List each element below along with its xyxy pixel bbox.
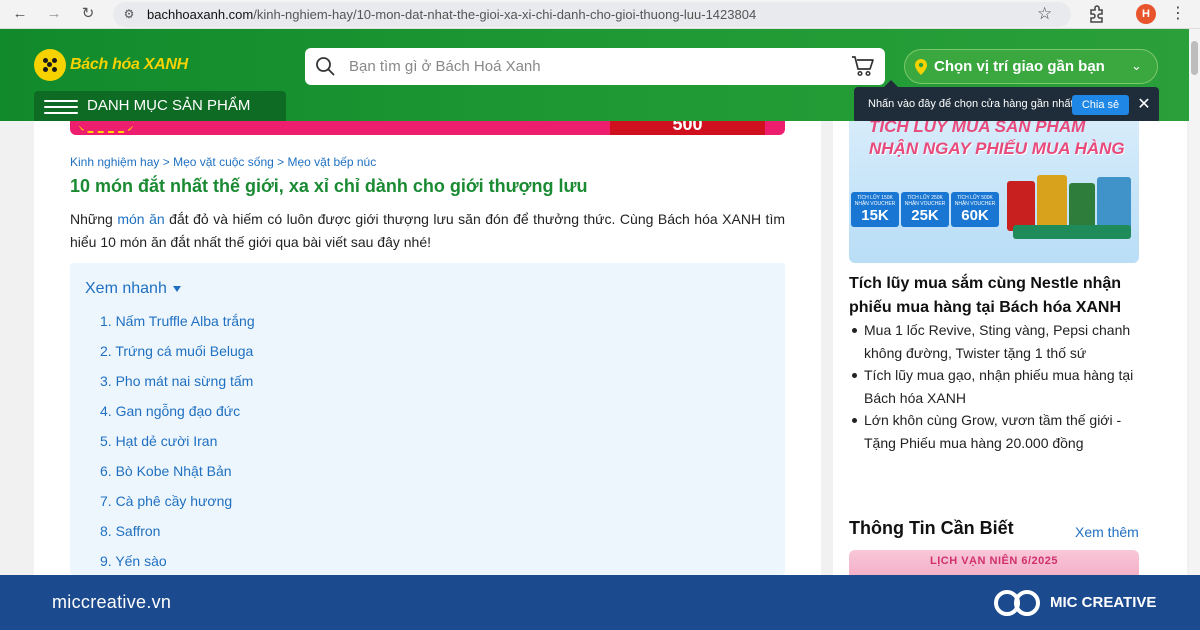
scrollbar-thumb[interactable]	[1191, 41, 1198, 75]
profile-avatar[interactable]: H	[1136, 4, 1156, 24]
calendar-title: LỊCH VẠN NIÊN 6/2025	[930, 555, 1058, 567]
toc-item[interactable]: 6. Bò Kobe Nhật Bản	[100, 461, 255, 491]
site-header: Bách hóa XANH Chọn vị trí giao gần bạn ⌄…	[0, 29, 1200, 123]
product-box	[1007, 181, 1035, 231]
see-more-link[interactable]: Xem thêm	[1075, 524, 1139, 540]
footer-bar: miccreative.vn MIC CREATIVE	[0, 575, 1200, 630]
product-category-menu[interactable]: DANH MỤC SẢN PHẨM	[34, 91, 286, 121]
breadcrumb[interactable]: Kinh nghiệm hay > Mẹo vặt cuộc sống > Mẹ…	[70, 155, 376, 169]
intro-text-start: Những	[70, 211, 118, 227]
toc-item[interactable]: 3. Pho mát nai sừng tấm	[100, 371, 255, 401]
intro-text-end: đắt đỏ và hiếm có luôn được giới thượng …	[70, 211, 785, 250]
promo-banner[interactable]: TÍCH LŨY MUA SẢN PHẨM NHẬN NGAY PHIẾU MU…	[849, 121, 1139, 263]
footer-site-url: miccreative.vn	[52, 592, 172, 612]
promo-tier: TÍCH LŨY 150K NHẬN VOUCHER 15K	[851, 192, 899, 227]
toc-item[interactable]: 2. Trứng cá muối Beluga	[100, 341, 255, 371]
forward-arrow-icon[interactable]: →	[42, 3, 66, 25]
promo-tier: TÍCH LŨY 500K NHẬN VOUCHER 60K	[951, 192, 999, 227]
sidebar-heading[interactable]: Tích lũy mua sắm cùng Nestle nhận phiếu …	[849, 272, 1139, 320]
tier-caption: TÍCH LŨY 150K NHẬN VOUCHER	[854, 195, 896, 207]
location-pin-icon	[915, 59, 927, 75]
url-path: /kinh-nghiem-hay/10-mon-dat-nhat-the-gio…	[253, 7, 757, 22]
toc-list: 1. Nấm Truffle Alba trắng 2. Trứng cá mu…	[100, 311, 255, 581]
list-item[interactable]: Mua 1 lốc Revive, Sting vàng, Pepsi chan…	[849, 319, 1144, 364]
article-intro: Những món ăn đắt đỏ và hiếm có luôn được…	[70, 208, 785, 254]
address-bar[interactable]: ⚙ bachhoaxanh.com/kinh-nghiem-hay/10-mon…	[113, 2, 1071, 27]
site-info-icon[interactable]: ⚙	[121, 6, 137, 22]
top-banner[interactable]: 500	[70, 121, 785, 135]
tier-caption: TÍCH LŨY 500K NHẬN VOUCHER	[954, 195, 996, 207]
location-selector[interactable]: Chọn vị trí giao gần bạn ⌄	[904, 49, 1158, 84]
tier-value: 60K	[961, 207, 989, 224]
footer-brand: MIC CREATIVE	[1050, 594, 1157, 611]
sidebar-promo-list: Mua 1 lốc Revive, Sting vàng, Pepsi chan…	[849, 319, 1144, 454]
tier-value: 15K	[861, 207, 889, 224]
mic-creative-logo-icon	[994, 590, 1040, 616]
bookmark-star-icon[interactable]: ☆	[1037, 3, 1052, 25]
intro-link-mon-an[interactable]: món ăn	[117, 211, 164, 227]
toc-item[interactable]: 5. Hạt dẻ cười Iran	[100, 431, 255, 461]
list-item[interactable]: Lớn khôn cùng Grow, vươn tầm thế giới - …	[849, 409, 1144, 454]
info-section-title: Thông Tin Cần Biết	[849, 518, 1014, 538]
product-box	[1013, 225, 1131, 239]
browser-menu-icon[interactable]: ⋮	[1170, 3, 1186, 25]
url-host: bachhoaxanh.com	[147, 7, 254, 22]
search-box	[305, 48, 885, 85]
toc-toggle[interactable]: Xem nhanh	[85, 280, 181, 298]
category-menu-label: DANH MỤC SẢN PHẨM	[87, 97, 251, 114]
tooltip-share-button[interactable]: Chia sẻ	[1072, 95, 1129, 115]
store-tooltip: Nhấn vào đây để chọn cửa hàng gần nhất C…	[854, 80, 1159, 123]
url-text[interactable]: bachhoaxanh.com/kinh-nghiem-hay/10-mon-d…	[147, 7, 756, 22]
promo-tier: TÍCH LŨY 250K NHẬN VOUCHER 25K	[901, 192, 949, 227]
toc-item[interactable]: 4. Gan ngỗng đạo đức	[100, 401, 255, 431]
page-scrollbar[interactable]	[1189, 29, 1200, 575]
browser-toolbar: ← → ↻ ⚙ bachhoaxanh.com/kinh-nghiem-hay/…	[0, 0, 1200, 29]
product-box	[1037, 175, 1067, 231]
promo-headline-1: TÍCH LŨY MUA SẢN PHẨM	[869, 121, 1086, 136]
site-logo[interactable]: Bách hóa XANH	[34, 49, 188, 81]
search-icon[interactable]	[315, 56, 335, 76]
logo-mark-icon	[34, 49, 66, 81]
caret-down-icon	[172, 285, 181, 292]
banner-decoration	[78, 121, 134, 133]
toc-item[interactable]: 8. Saffron	[100, 521, 255, 551]
toc-title: Xem nhanh	[85, 280, 167, 297]
promo-tiers: TÍCH LŨY 150K NHẬN VOUCHER 15K TÍCH LŨY 2…	[851, 192, 999, 227]
promo-headline-2: NHẬN NGAY PHIẾU MUA HÀNG	[869, 139, 1125, 158]
location-label: Chọn vị trí giao gần bạn	[934, 58, 1105, 75]
list-item[interactable]: Tích lũy mua gạo, nhận phiếu mua hàng tạ…	[849, 364, 1144, 409]
product-box	[1097, 177, 1131, 231]
logo-text: Bách hóa XANH	[70, 56, 188, 73]
reload-icon[interactable]: ↻	[76, 3, 100, 25]
close-icon[interactable]: ✕	[1136, 95, 1152, 115]
hamburger-icon	[44, 100, 78, 114]
table-of-contents: Xem nhanh 1. Nấm Truffle Alba trắng 2. T…	[70, 263, 785, 575]
tooltip-text: Nhấn vào đây để chọn cửa hàng gần nhất	[868, 98, 1074, 110]
calendar-card[interactable]: LỊCH VẠN NIÊN 6/2025	[849, 550, 1139, 575]
extensions-icon[interactable]	[1086, 3, 1106, 25]
toc-item[interactable]: 7. Cà phê cầy hương	[100, 491, 255, 521]
search-input[interactable]	[349, 56, 829, 77]
tier-caption: TÍCH LŨY 250K NHẬN VOUCHER	[904, 195, 946, 207]
article-title: 10 món đắt nhất thế giới, xa xỉ chỉ dành…	[70, 176, 588, 196]
banner-price: 500	[610, 121, 765, 135]
tier-value: 25K	[911, 207, 939, 224]
back-arrow-icon[interactable]: ←	[8, 3, 32, 25]
product-box	[1069, 183, 1095, 231]
chevron-down-icon: ⌄	[1131, 58, 1142, 73]
cart-icon[interactable]	[851, 55, 875, 77]
promo-products-image	[1005, 173, 1137, 243]
toc-item[interactable]: 1. Nấm Truffle Alba trắng	[100, 311, 255, 341]
